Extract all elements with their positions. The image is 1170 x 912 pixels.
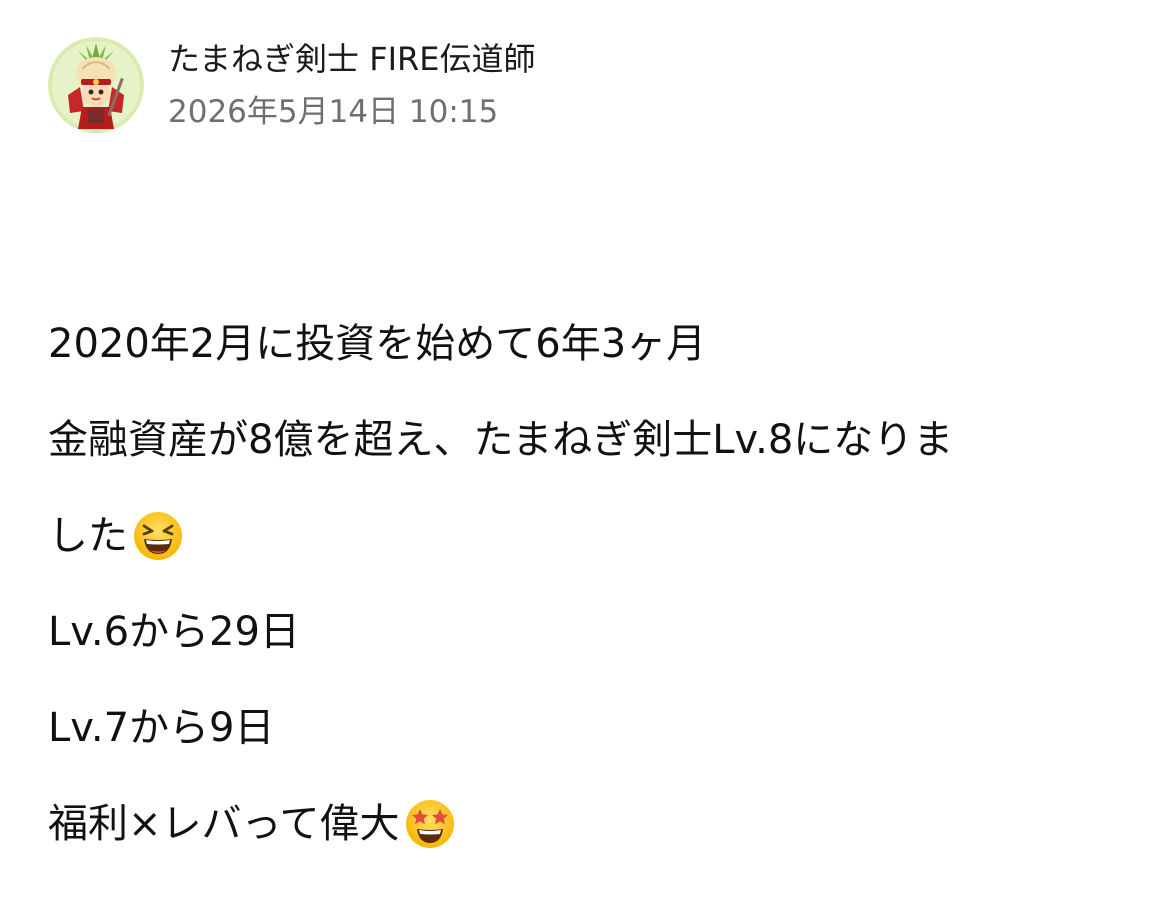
post-line: 金融資産が8億を超え、たまねぎ剣士Lv.8になりま: [48, 392, 1138, 488]
post-line: Lv.7から9日: [48, 680, 1138, 776]
post-line-text: した: [48, 513, 128, 559]
post-line-text: 福利×レバって偉大: [48, 801, 400, 847]
post-header: たまねぎ剣士 FIRE伝道師 2026年5月14日 10:15: [48, 36, 536, 134]
post-line-text: 金融資産が8億を超え、たまねぎ剣士Lv.8になりま: [48, 417, 954, 463]
post-line-text: Lv.7から9日: [48, 705, 275, 751]
avatar[interactable]: [48, 37, 144, 133]
post-line-text: Lv.6から29日: [48, 609, 300, 655]
grinning-squinting-face-icon: [132, 510, 184, 562]
star-struck-face-icon: [404, 798, 456, 850]
post-line-text: 2020年2月に投資を始めて6年3ヶ月: [48, 321, 707, 367]
post-card: たまねぎ剣士 FIRE伝道師 2026年5月14日 10:15 2020年2月に…: [0, 0, 1170, 912]
post-line: 2020年2月に投資を始めて6年3ヶ月: [48, 296, 1138, 392]
post-line: Lv.6から29日: [48, 584, 1138, 680]
post-timestamp: 2026年5月14日 10:15: [168, 94, 499, 130]
post-line: した: [48, 488, 1138, 584]
author-name[interactable]: たまねぎ剣士 FIRE伝道師: [168, 37, 536, 81]
author-block: たまねぎ剣士 FIRE伝道師 2026年5月14日 10:15: [168, 37, 536, 133]
post-line: 福利×レバって偉大: [48, 776, 1138, 872]
post-body: 2020年2月に投資を始めて6年3ヶ月 金融資産が8億を超え、たまねぎ剣士Lv.…: [48, 296, 1138, 872]
onion-samurai-avatar-icon: [48, 37, 144, 133]
